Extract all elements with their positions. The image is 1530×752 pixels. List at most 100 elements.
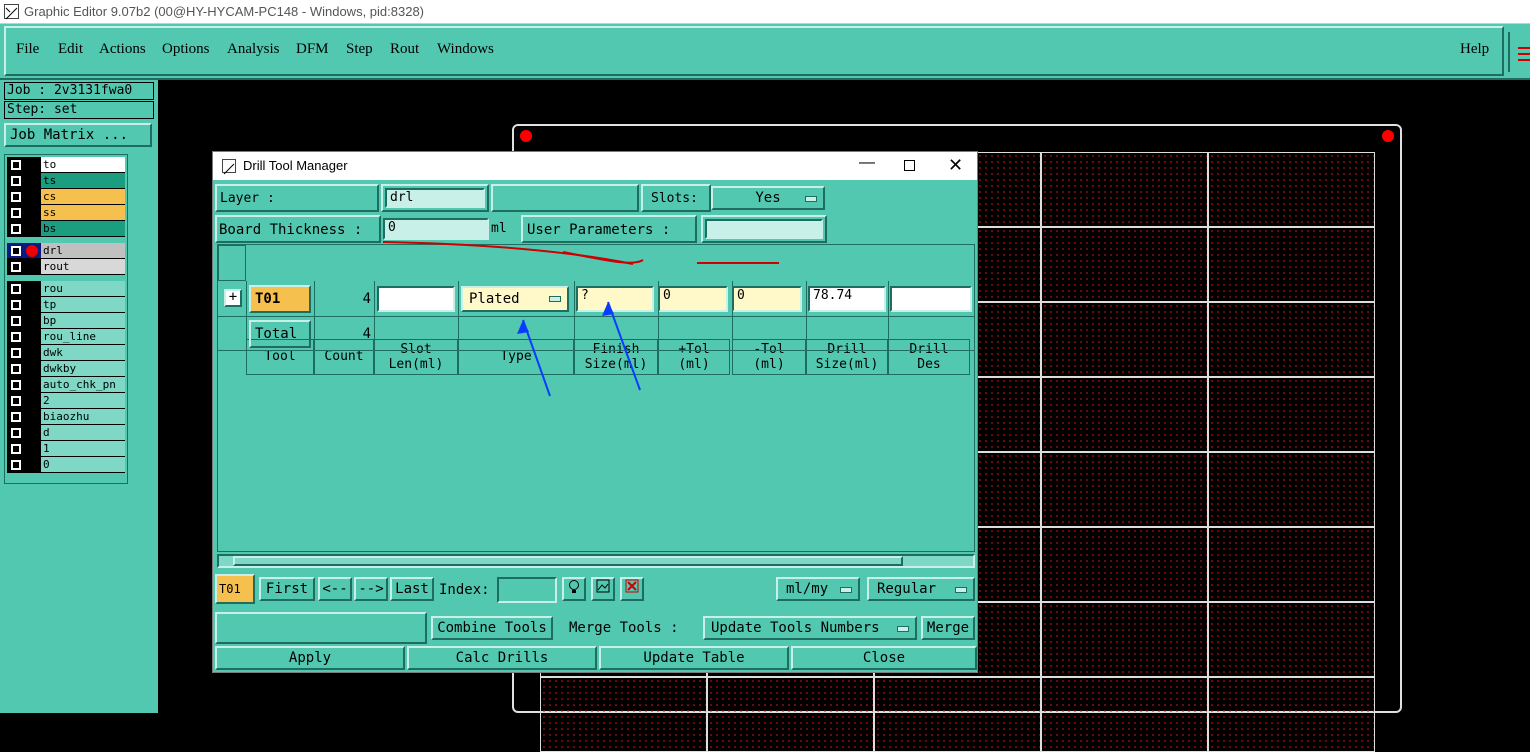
checkbox[interactable] (11, 224, 21, 234)
slot-len-input[interactable] (377, 286, 455, 312)
dialog-app-icon (222, 159, 236, 175)
checkbox[interactable] (11, 300, 21, 310)
checkbox[interactable] (11, 316, 21, 326)
layer-name: cs (41, 189, 125, 204)
board-thickness-input[interactable]: 0 (383, 218, 489, 240)
layer-row[interactable]: rou_line (7, 329, 125, 345)
layer-row[interactable]: biaozhu (7, 409, 125, 425)
layer-row[interactable]: bs (7, 221, 125, 237)
checkbox[interactable] (11, 192, 21, 202)
checkbox[interactable] (11, 284, 21, 294)
delete-icon[interactable] (620, 577, 644, 601)
layer-row[interactable]: drl (7, 243, 125, 259)
apply-button[interactable]: Apply (215, 646, 405, 670)
type-dropdown[interactable]: Plated (461, 286, 569, 312)
checkbox[interactable] (11, 332, 21, 342)
prev-button[interactable]: <-- (318, 577, 352, 601)
menu-actions[interactable]: Actions (99, 41, 146, 58)
mode-dropdown[interactable]: Regular (867, 577, 975, 601)
layer-input[interactable]: drl (385, 188, 485, 208)
next-button[interactable]: --> (354, 577, 388, 601)
menu-step[interactable]: Step (346, 41, 373, 58)
layer-row[interactable]: d (7, 425, 125, 441)
layer-row[interactable]: rout (7, 259, 125, 275)
minus-tol-input[interactable]: 0 (732, 286, 802, 312)
user-parameters-input[interactable] (705, 219, 823, 239)
merge-button[interactable]: Merge (921, 616, 975, 640)
drill-dots (1209, 228, 1374, 301)
drill-dots (1209, 153, 1374, 226)
plus-tol-input[interactable]: 0 (658, 286, 728, 312)
layer-row[interactable]: tp (7, 297, 125, 313)
maximize-icon[interactable] (904, 160, 915, 171)
checkbox[interactable] (11, 396, 21, 406)
menu-help[interactable]: Help (1460, 41, 1489, 58)
menu-windows[interactable]: Windows (437, 41, 494, 58)
combine-tools-button[interactable]: Combine Tools (431, 616, 553, 640)
units-dropdown[interactable]: ml/my (776, 577, 860, 601)
index-input[interactable] (497, 577, 557, 603)
update-table-button[interactable]: Update Table (599, 646, 789, 670)
table-row[interactable]: + T01 4 Plated ? 0 0 78.74 (218, 281, 974, 317)
first-button[interactable]: First (259, 577, 315, 601)
checkbox[interactable] (11, 348, 21, 358)
checkbox[interactable] (11, 160, 21, 170)
close-icon[interactable]: ✕ (948, 155, 963, 176)
layer-row[interactable]: auto_chk_pn (7, 377, 125, 393)
checkbox[interactable] (11, 444, 21, 454)
panel-cell (1041, 602, 1208, 677)
user-parameters-label: User Parameters : (521, 215, 697, 243)
layer-name: 1 (41, 441, 125, 456)
checkbox[interactable] (11, 176, 21, 186)
menu-edit[interactable]: Edit (58, 41, 83, 58)
calc-drills-button[interactable]: Calc Drills (407, 646, 597, 670)
layer-row[interactable]: dwk (7, 345, 125, 361)
expand-button[interactable]: + (224, 289, 242, 307)
checkbox[interactable] (11, 262, 21, 272)
job-matrix-button[interactable]: Job Matrix ... (4, 123, 152, 147)
dialog-titlebar: Drill Tool Manager — ✕ (213, 152, 977, 180)
scroll-icon[interactable] (1508, 32, 1530, 72)
layer-row[interactable]: dwkby (7, 361, 125, 377)
minimize-icon[interactable]: — (859, 154, 875, 172)
checkbox[interactable] (11, 380, 21, 390)
layer-row[interactable]: rou (7, 281, 125, 297)
dialog-title: Drill Tool Manager (243, 158, 348, 173)
panel-cell (1208, 377, 1375, 452)
checkbox[interactable] (11, 364, 21, 374)
column-divider (658, 281, 659, 351)
tool-cell[interactable]: T01 (249, 285, 311, 313)
scrollbar-thumb[interactable] (233, 556, 903, 566)
horizontal-scrollbar[interactable] (217, 554, 975, 568)
slots-dropdown[interactable]: Yes (711, 186, 825, 210)
checkbox[interactable] (11, 460, 21, 470)
drill-des-input[interactable] (890, 286, 972, 312)
drill-size-input[interactable]: 78.74 (808, 286, 886, 312)
panel-cell (1041, 452, 1208, 527)
layer-row[interactable]: to (7, 157, 125, 173)
layer-row[interactable]: 2 (7, 393, 125, 409)
checkbox[interactable] (11, 428, 21, 438)
layer-row[interactable]: ts (7, 173, 125, 189)
close-button[interactable]: Close (791, 646, 977, 670)
layer-row[interactable]: ss (7, 205, 125, 221)
checkbox[interactable] (11, 246, 21, 256)
layer-row[interactable]: 0 (7, 457, 125, 473)
menu-analysis[interactable]: Analysis (227, 41, 280, 58)
menu-dfm[interactable]: DFM (296, 41, 329, 58)
menu-options[interactable]: Options (162, 41, 210, 58)
layer-row[interactable]: cs (7, 189, 125, 205)
image-icon[interactable] (591, 577, 615, 601)
checkbox[interactable] (11, 208, 21, 218)
layer-row[interactable]: bp (7, 313, 125, 329)
merge-mode-dropdown[interactable]: Update Tools Numbers (703, 616, 917, 640)
left-panel: Job : 2v3131fwa0 Step: set Job Matrix ..… (0, 80, 158, 713)
bulb-icon[interactable] (562, 577, 586, 601)
layer-row[interactable]: 1 (7, 441, 125, 457)
menu-file[interactable]: File (16, 41, 39, 58)
menu-rout[interactable]: Rout (390, 41, 419, 58)
checkbox[interactable] (11, 412, 21, 422)
finish-size-input[interactable]: ? (576, 286, 654, 312)
chevron-down-icon (840, 587, 852, 593)
last-button[interactable]: Last (390, 577, 434, 601)
